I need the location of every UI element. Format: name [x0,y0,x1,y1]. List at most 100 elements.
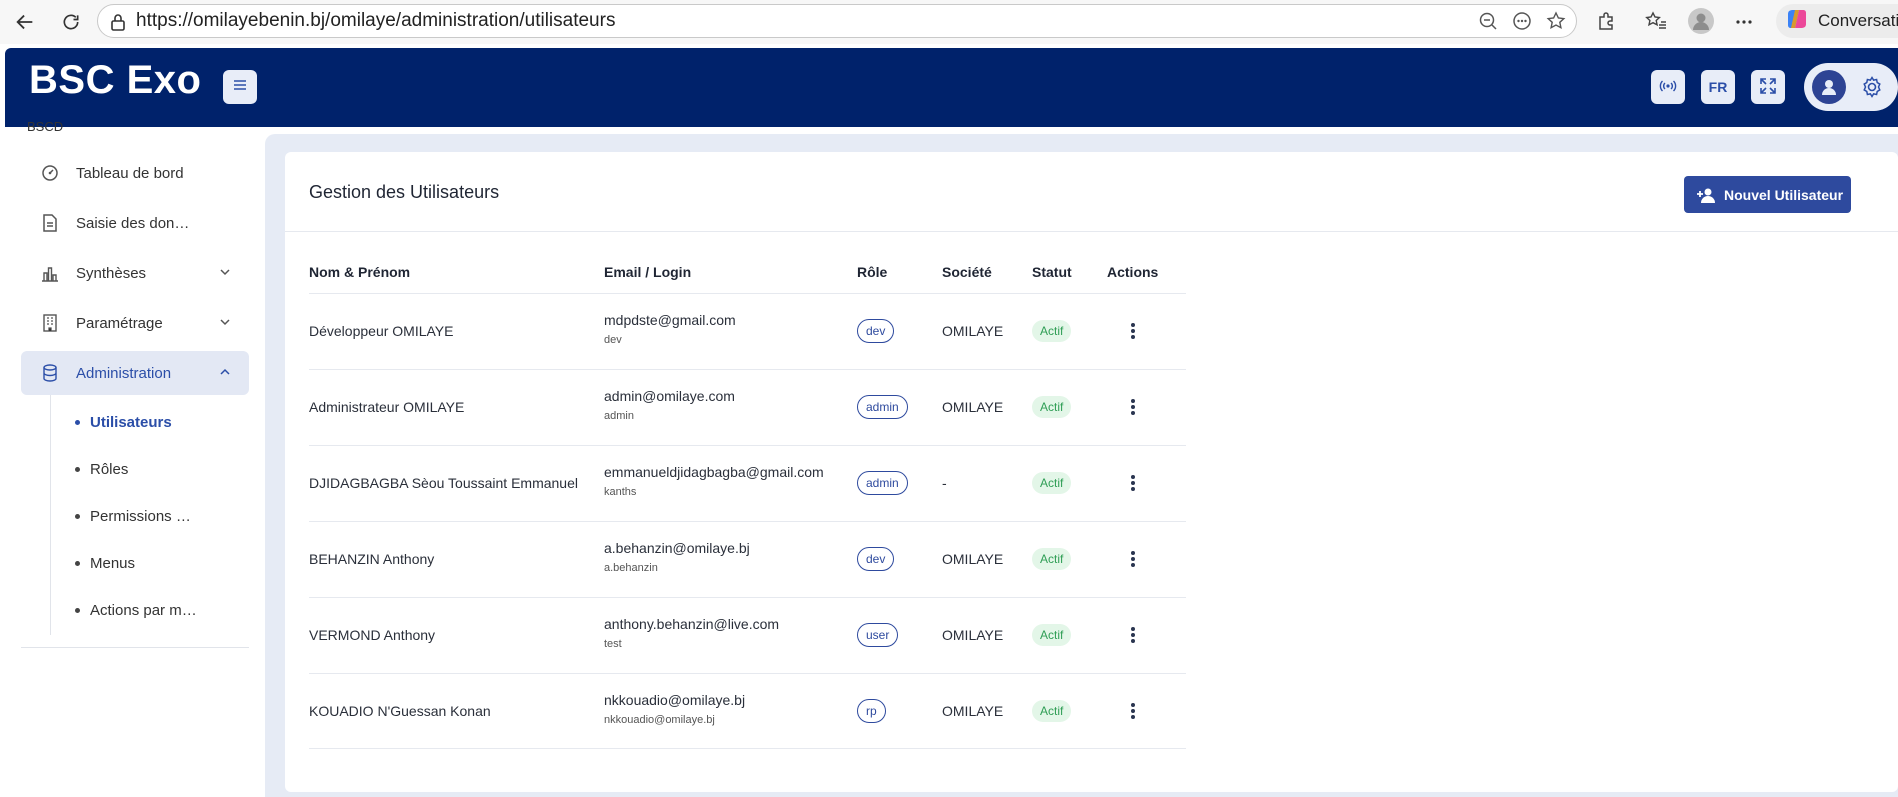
row-actions-kebab-icon[interactable] [1129,548,1137,570]
user-name: DJIDAGBAGBA Sèou Toussaint Emmanuel [309,475,578,491]
more-circle-icon[interactable] [1512,11,1532,36]
row-actions-kebab-icon[interactable] [1129,472,1137,494]
user-name: BEHANZIN Anthony [309,551,435,567]
fullscreen-icon [1759,77,1777,98]
user-login: nkkouadio@omilaye.bj [604,714,715,726]
user-login: admin [604,410,634,422]
user-company: OMILAYE [942,703,1004,719]
table-row: Administrateur OMILAYE admin@omilaye.com… [309,369,1186,445]
menu-toggle-button[interactable] [223,70,257,104]
broadcast-button[interactable] [1651,70,1685,104]
chevron-up-icon [219,365,231,383]
submenu-item-roles[interactable]: Rôles [75,461,128,478]
chevron-down-icon [219,315,231,333]
address-bar[interactable]: https://omilayebenin.bj/omilaye/administ… [97,4,1577,38]
column-header-role[interactable]: Rôle [857,264,887,280]
new-user-button[interactable]: Nouvel Utilisateur [1684,176,1851,213]
user-email: a.behanzin@omilaye.bj [604,540,750,556]
user-email: mdpdste@gmail.com [604,312,736,328]
row-actions-kebab-icon[interactable] [1129,624,1137,646]
browser-menu-icon[interactable] [1734,12,1754,37]
submenu-item-label: Utilisateurs [90,414,172,431]
submenu-item-utilisateurs[interactable]: Utilisateurs [75,414,172,431]
language-button[interactable]: FR [1701,70,1735,104]
column-header-status[interactable]: Statut [1032,264,1072,280]
sidebar-item-data-entry[interactable]: Saisie des don… [21,201,249,245]
hamburger-icon [232,78,248,97]
user-name: VERMOND Anthony [309,627,436,643]
table-row: DJIDAGBAGBA Sèou Toussaint Emmanuel emma… [309,445,1186,521]
user-company: OMILAYE [942,323,1004,339]
profile-avatar-icon[interactable] [1688,8,1714,39]
table-row: VERMOND Anthony anthony.behanzin@live.co… [309,597,1186,673]
column-header-email[interactable]: Email / Login [604,264,691,280]
sidebar-item-label: Tableau de bord [76,164,184,182]
copilot-label: Conversation [1818,11,1898,30]
user-company: OMILAYE [942,551,1004,567]
favorite-star-icon[interactable] [1546,11,1566,36]
sidebar-item-label: Administration [76,364,172,382]
building-icon [39,312,61,334]
user-avatar-icon[interactable] [1812,70,1846,104]
row-actions-kebab-icon[interactable] [1129,320,1137,342]
submenu-item-actions[interactable]: Actions par m… [75,602,197,619]
brand-title[interactable]: BSC Exo [29,58,201,103]
document-icon [39,212,61,234]
submenu-item-menus[interactable]: Menus [75,555,135,572]
copilot-button[interactable]: Conversation [1776,4,1898,38]
user-login: dev [604,334,622,346]
app-header: BSC Exo FR [5,48,1898,127]
url-text[interactable]: https://omilayebenin.bj/omilaye/administ… [136,10,615,32]
copilot-icon [1784,6,1810,37]
user-login: a.behanzin [604,562,658,574]
row-actions-kebab-icon[interactable] [1129,396,1137,418]
submenu-item-permissions[interactable]: Permissions … [75,508,191,525]
fullscreen-button[interactable] [1751,70,1785,104]
settings-gear-icon[interactable] [1860,75,1884,104]
submenu-item-label: Permissions … [90,508,191,525]
database-icon [39,362,61,384]
status-badge: Actif [1032,396,1072,418]
submenu-guide-line [50,395,51,635]
row-actions-kebab-icon[interactable] [1129,700,1137,722]
reload-icon[interactable] [58,9,84,35]
sidebar-item-syntheses[interactable]: Synthèses [21,251,249,295]
sidebar-item-label: Synthèses [76,264,147,282]
add-user-icon [1696,187,1716,203]
user-menu[interactable] [1804,63,1898,111]
table-row: BEHANZIN Anthony a.behanzin@omilaye.bj a… [309,521,1186,597]
status-badge: Actif [1032,548,1072,570]
zoom-out-icon[interactable] [1478,11,1498,36]
user-name: KOUADIO N'Guessan Konan [309,703,491,719]
favorites-list-icon[interactable] [1645,11,1667,36]
column-header-name[interactable]: Nom & Prénom [309,264,410,280]
sidebar-item-parametrage[interactable]: Paramétrage [21,301,249,345]
sidebar-item-administration[interactable]: Administration [21,351,249,395]
dashboard-gauge-icon [39,162,61,184]
status-badge: Actif [1032,472,1072,494]
user-login: test [604,638,622,650]
org-label: BSCD [27,119,64,134]
users-card: Gestion des Utilisateurs Nouvel Utilisat… [285,152,1898,792]
sidebar-item-label: Saisie des don… [76,214,190,232]
sidebar: BSCD Tableau de bord Saisie des don… Syn… [5,119,264,797]
role-badge: dev [857,547,895,571]
user-email: admin@omilaye.com [604,388,735,404]
user-email: nkkouadio@omilaye.bj [604,692,746,708]
role-badge: admin [857,471,908,495]
chevron-down-icon [219,265,231,283]
user-login: kanths [604,486,637,498]
user-email: emmanueldjidagbagba@gmail.com [604,464,824,480]
column-header-company[interactable]: Société [942,264,992,280]
user-name: Développeur OMILAYE [309,323,454,339]
table-row: KOUADIO N'Guessan Konan nkkouadio@omilay… [309,673,1186,749]
sidebar-divider [21,647,249,648]
sidebar-item-dashboard[interactable]: Tableau de bord [21,151,249,195]
column-header-actions: Actions [1107,264,1159,280]
sidebar-item-label: Paramétrage [76,314,163,332]
user-email: anthony.behanzin@live.com [604,616,780,632]
user-company: - [942,475,947,491]
extensions-puzzle-icon[interactable] [1596,11,1616,36]
lock-icon[interactable] [110,13,126,36]
back-arrow-icon[interactable] [12,9,38,35]
